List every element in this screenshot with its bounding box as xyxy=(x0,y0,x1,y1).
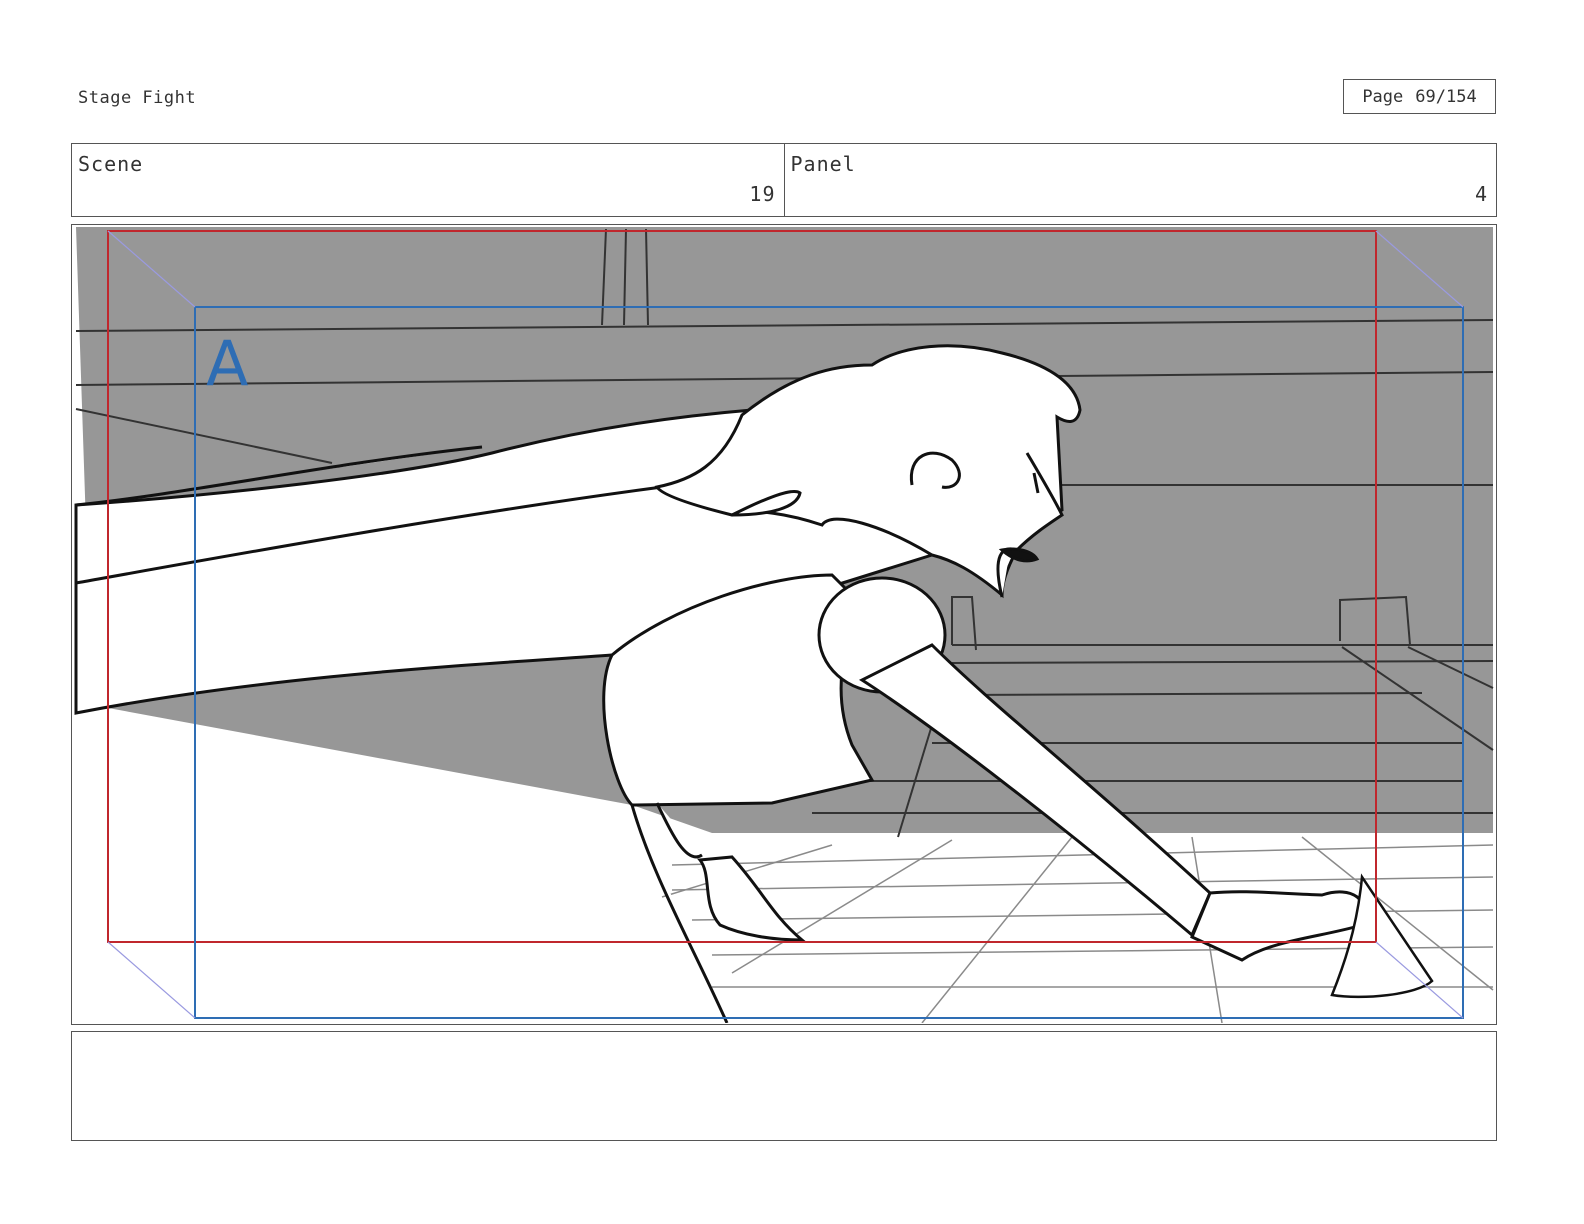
document-title: Stage Fight xyxy=(78,88,197,108)
storyboard-drawing: A xyxy=(74,227,1494,1023)
panel-cell: Panel 4 xyxy=(783,144,1497,216)
scene-label: Scene xyxy=(78,152,144,176)
frame-marker-label: A xyxy=(206,327,248,400)
scene-panel-info: Scene 19 Panel 4 xyxy=(71,143,1497,217)
panel-label: Panel xyxy=(790,152,856,176)
storyboard-panel: A xyxy=(71,224,1497,1025)
panel-number: 4 xyxy=(1474,182,1488,206)
page-number: 69/154 xyxy=(1415,86,1477,107)
scene-number: 19 xyxy=(749,182,776,206)
panel-notes-box[interactable] xyxy=(71,1031,1497,1141)
page-label: Page xyxy=(1362,86,1404,107)
scene-cell: Scene 19 xyxy=(72,144,784,216)
page-indicator: Page 69/154 xyxy=(1343,79,1496,114)
